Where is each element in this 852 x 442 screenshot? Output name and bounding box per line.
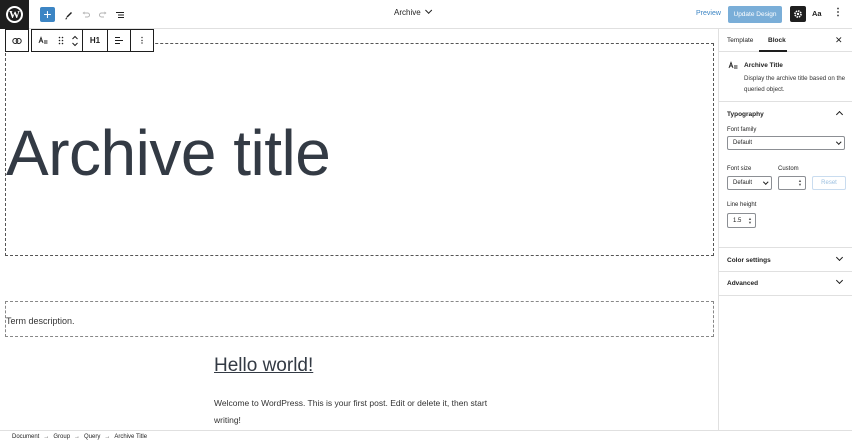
drag-handle[interactable] [54, 30, 68, 51]
block-card: Archive Title Display the archive title … [719, 52, 852, 102]
kebab-icon: ⋮ [138, 36, 146, 45]
custom-font-size-input[interactable]: ▲ ▼ [778, 176, 806, 190]
typography-panel-toggle[interactable]: Typography [719, 103, 852, 125]
chevron-down-icon [835, 276, 844, 285]
term-description-block[interactable]: Term description. [5, 301, 714, 337]
block-toolbar: H1 ⋮ [5, 29, 154, 52]
more-options-button[interactable]: ⋮ [131, 30, 153, 51]
list-view-icon [115, 11, 124, 18]
chevron-down-icon [835, 253, 844, 262]
tab-template[interactable]: Template [727, 37, 753, 44]
reset-font-size-button[interactable]: Reset [812, 176, 846, 190]
typography-panel-title: Typography [727, 111, 764, 118]
chevron-down-icon [424, 6, 432, 14]
panel-divider [719, 247, 852, 248]
line-height-value: 1.5 [733, 217, 742, 224]
tools-button[interactable] [61, 7, 76, 22]
archive-title-text[interactable]: Archive title [6, 116, 331, 190]
archive-title-icon [728, 61, 738, 72]
close-icon: ✕ [835, 35, 843, 45]
redo-button[interactable] [95, 7, 110, 22]
chevron-up-down-icon [72, 35, 78, 46]
panel-divider [719, 295, 852, 296]
color-settings-panel-toggle[interactable]: Color settings [719, 249, 852, 271]
line-height-input[interactable]: 1.5 ▲ ▼ [727, 213, 756, 228]
pencil-icon [64, 11, 72, 19]
sidebar-tabs: Template Block ✕ [719, 29, 852, 52]
font-size-value: Default [733, 180, 753, 186]
tab-block[interactable]: Block [768, 37, 786, 44]
undo-button[interactable] [78, 7, 93, 22]
term-description-text[interactable]: Term description. [6, 316, 75, 326]
plus-icon: + [43, 6, 52, 22]
block-type-button[interactable] [32, 30, 54, 51]
spin-arrows-icon[interactable]: ▲ ▼ [748, 217, 752, 225]
advanced-title: Advanced [727, 280, 759, 287]
undo-icon [82, 11, 90, 17]
align-left-icon [115, 37, 123, 44]
wordpress-logo-icon: W [6, 6, 23, 23]
global-styles-button[interactable]: Aa [812, 9, 822, 18]
archive-title-icon [38, 36, 48, 44]
arrow-right-icon: → [74, 433, 81, 440]
block-card-description: Display the archive title based on the q… [744, 75, 846, 93]
chevron-up-icon [835, 110, 844, 119]
block-card-title: Archive Title [744, 62, 783, 69]
wordpress-logo-button[interactable]: W [0, 0, 29, 29]
color-settings-title: Color settings [727, 257, 771, 264]
advanced-panel-toggle[interactable]: Advanced [719, 272, 852, 294]
breadcrumb: Document → Group → Query → Archive Title [0, 430, 852, 442]
link-icon [12, 37, 22, 44]
select-parent-button[interactable] [6, 30, 28, 51]
font-family-select[interactable]: Default [727, 136, 845, 150]
gear-icon [794, 10, 802, 18]
top-toolbar: W + Archive Preview Update Design Aa ⋮ [0, 0, 852, 29]
kebab-icon: ⋮ [833, 7, 843, 18]
font-family-label: Font family [727, 127, 757, 133]
redo-icon [98, 11, 106, 17]
drag-handle-icon [58, 36, 64, 45]
arrow-right-icon: → [104, 433, 111, 440]
move-up-down-button[interactable] [68, 30, 82, 51]
spin-arrows-icon[interactable]: ▲ ▼ [798, 179, 802, 187]
settings-sidebar: Template Block ✕ Archive Title Display t… [718, 29, 852, 430]
block-controls-group: H1 ⋮ [31, 29, 154, 52]
chevron-down-icon [762, 179, 768, 185]
breadcrumb-item-document[interactable]: Document [12, 434, 39, 440]
line-height-label: Line height [727, 202, 757, 208]
breadcrumb-item-group[interactable]: Group [53, 434, 70, 440]
editor-canvas: Archive title Term description. Hello wo… [0, 29, 718, 430]
font-size-select[interactable]: Default [727, 176, 772, 190]
custom-size-label: Custom [778, 166, 799, 172]
update-design-button[interactable]: Update Design [728, 6, 782, 23]
post-title-link[interactable]: Hello world! [214, 355, 313, 377]
document-title: Archive [394, 8, 421, 17]
heading-level-button[interactable]: H1 [83, 30, 107, 51]
add-block-button[interactable]: + [40, 7, 55, 22]
close-sidebar-button[interactable]: ✕ [835, 35, 843, 46]
preview-button[interactable]: Preview [696, 10, 721, 17]
options-button[interactable]: ⋮ [833, 8, 843, 18]
arrow-right-icon: → [43, 433, 50, 440]
breadcrumb-item-query[interactable]: Query [84, 434, 100, 440]
align-text-button[interactable] [108, 30, 130, 51]
document-title-dropdown[interactable]: Archive [394, 6, 432, 17]
settings-button[interactable] [790, 6, 806, 22]
archive-title-block[interactable]: Archive title [5, 43, 714, 256]
breadcrumb-item-archive-title[interactable]: Archive Title [114, 434, 147, 440]
post-excerpt[interactable]: Welcome to WordPress. This is your first… [214, 395, 504, 429]
parent-select-group [5, 29, 29, 52]
font-size-label: Font size [727, 166, 752, 172]
chevron-down-icon [835, 139, 841, 145]
list-view-button[interactable] [112, 7, 127, 22]
font-family-value: Default [733, 140, 753, 146]
